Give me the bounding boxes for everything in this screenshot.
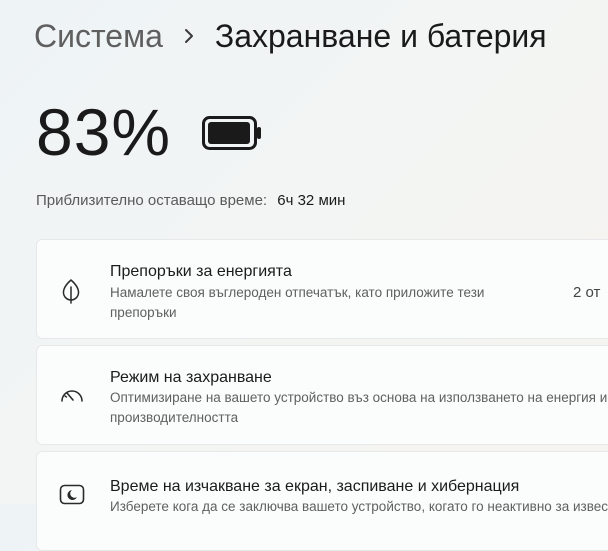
breadcrumb: Система Захранване и батерия — [34, 14, 547, 58]
card-description: Оптимизиране на вашето устройство въз ос… — [110, 390, 608, 425]
screen-sleep-icon — [59, 484, 85, 511]
card-title: Време на изчакване за екран, заспиване и… — [110, 478, 520, 495]
card-description: Изберете кога да се заключва вашето устр… — [110, 499, 608, 514]
chevron-right-icon — [175, 14, 203, 58]
page-title: Захранване и батерия — [214, 18, 547, 54]
battery-icon — [202, 116, 262, 155]
battery-percentage: 83% — [36, 95, 172, 169]
breadcrumb-system-link[interactable]: Система — [34, 14, 163, 58]
recommendations-count: 2 от — [573, 284, 601, 301]
card-title: Режим на захранване — [110, 369, 272, 386]
card-title: Препоръки за енергията — [110, 263, 292, 280]
power-mode-card[interactable]: Режим на захранване Оптимизиране на ваше… — [36, 345, 608, 445]
leaf-icon — [59, 278, 83, 309]
remaining-time-label: Приблизително оставащо време: — [36, 192, 268, 209]
remaining-time-value: 6ч 32 мин — [277, 192, 346, 209]
screen-sleep-card[interactable]: Време на изчакване за екран, заспиване и… — [36, 451, 608, 551]
remaining-time: Приблизително оставащо време: 6ч 32 мин — [36, 190, 345, 212]
energy-recommendations-card[interactable]: Препоръки за енергията Намалете своя въг… — [36, 239, 608, 339]
gauge-icon — [59, 384, 85, 411]
card-description: Намалете своя въглероден отпечатък, като… — [110, 285, 485, 320]
